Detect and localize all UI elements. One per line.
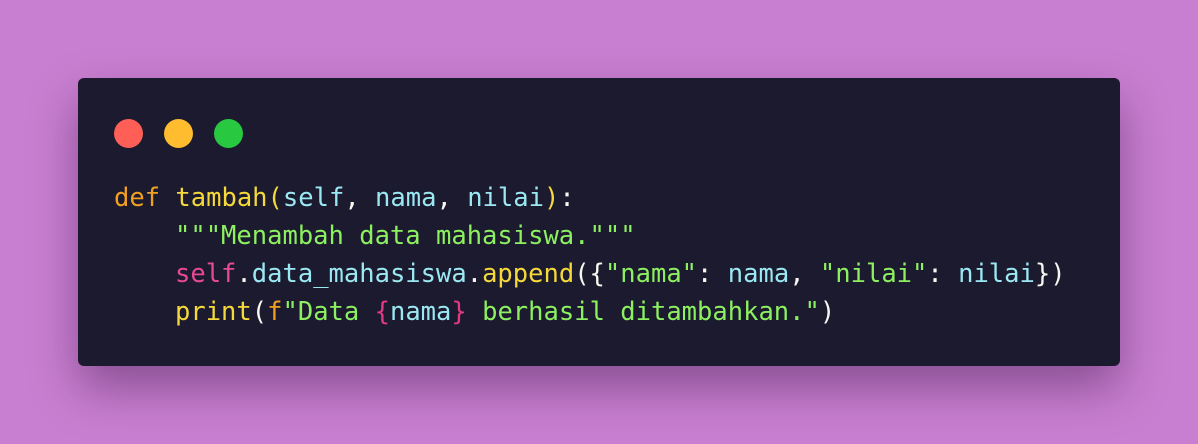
- interp-close-brace: }: [451, 297, 467, 327]
- window-controls: [114, 119, 243, 148]
- interp-open-brace: {: [374, 297, 390, 327]
- param-self: self: [282, 183, 345, 213]
- function-print: print: [175, 297, 252, 327]
- dot: .: [236, 259, 252, 289]
- function-name: tambah: [175, 183, 268, 213]
- colon: :: [559, 183, 575, 213]
- maximize-dot[interactable]: [214, 119, 243, 148]
- variable-nama: nama: [727, 259, 790, 289]
- code-window: def tambah(self, nama, nilai): """Menamba…: [78, 78, 1120, 366]
- docstring: """Menambah data mahasiswa.""": [175, 221, 636, 251]
- close-brackets: }): [1034, 259, 1066, 289]
- open-brackets: ({: [574, 259, 605, 289]
- comma: ,: [436, 183, 468, 213]
- close-dot[interactable]: [114, 119, 143, 148]
- param-nama: nama: [375, 183, 437, 213]
- string-part: berhasil ditambahkan.": [466, 297, 820, 327]
- string-key-nilai: "nilai": [819, 259, 928, 289]
- close-paren: ): [543, 183, 560, 213]
- string-part: "Data: [282, 297, 375, 327]
- string-key-nama: "nama": [604, 259, 698, 289]
- open-paren: (: [267, 183, 283, 213]
- colon: :: [697, 259, 728, 289]
- colon: :: [927, 259, 959, 289]
- keyword-def: def: [114, 183, 161, 213]
- minimize-dot[interactable]: [164, 119, 193, 148]
- code-line-3: self.data_mahasiswa.append({"nama": nama…: [114, 255, 1066, 293]
- code-block: def tambah(self, nama, nilai): """Menamba…: [114, 179, 1066, 331]
- variable-nilai: nilai: [958, 259, 1035, 289]
- method-append: append: [482, 259, 575, 289]
- code-line-4: print(f"Data {nama} berhasil ditambahkan…: [114, 293, 1066, 331]
- attribute-data-mahasiswa: data_mahasiswa: [251, 259, 467, 289]
- comma: ,: [789, 259, 820, 289]
- close-paren: ): [819, 297, 836, 327]
- code-line-2: """Menambah data mahasiswa.""": [114, 217, 1066, 255]
- code-line-1: def tambah(self, nama, nilai):: [114, 179, 1066, 217]
- comma: ,: [344, 183, 376, 213]
- fstring-prefix: f: [267, 297, 283, 327]
- interp-variable-nama: nama: [389, 297, 452, 327]
- self-object: self: [175, 259, 237, 289]
- param-nilai: nilai: [467, 183, 544, 213]
- open-paren: (: [251, 297, 268, 327]
- dot: .: [466, 259, 483, 289]
